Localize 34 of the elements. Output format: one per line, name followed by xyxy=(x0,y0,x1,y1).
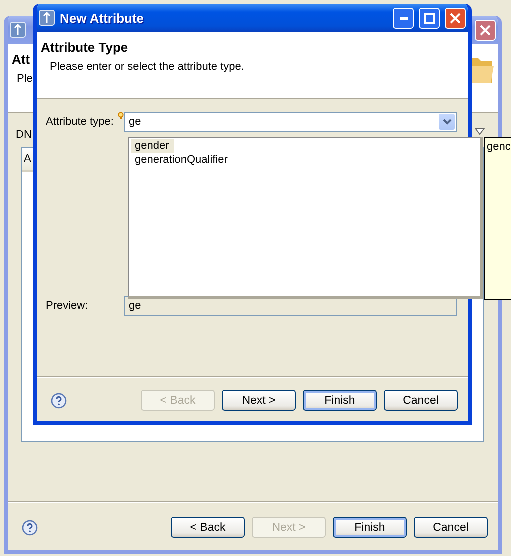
wizard-message: Ple xyxy=(17,73,33,85)
maximize-button[interactable] xyxy=(419,8,440,28)
field-label: Preview: xyxy=(46,300,90,312)
close-button[interactable] xyxy=(475,20,496,40)
app-icon xyxy=(10,22,26,38)
lightbulb-icon xyxy=(118,112,124,120)
wizard-header-title: Att xyxy=(12,52,30,67)
wizard-button[interactable]: < Back xyxy=(171,517,245,538)
maximize-icon xyxy=(424,12,435,24)
app-icon xyxy=(39,10,55,26)
close-icon xyxy=(480,24,491,36)
close-button[interactable] xyxy=(445,8,466,28)
chevron-down-icon xyxy=(442,119,452,125)
suggestion-item[interactable]: gender xyxy=(131,139,174,153)
close-icon xyxy=(450,12,461,24)
dn-label: DN xyxy=(16,129,32,141)
wizard-header-title: Attribute Type xyxy=(41,40,128,55)
wizard-button[interactable]: Cancel xyxy=(414,517,488,538)
wizard-button[interactable]: Next > xyxy=(222,390,296,411)
tooltip: genc xyxy=(484,137,511,300)
attribute-type-combo[interactable]: ge xyxy=(124,112,457,132)
help-icon[interactable] xyxy=(22,520,38,536)
dropdown-arrow-icon[interactable] xyxy=(475,128,485,135)
minimize-icon xyxy=(400,16,408,20)
window-title: New Attribute xyxy=(60,10,146,26)
help-icon[interactable] xyxy=(51,392,67,408)
wizard-button[interactable]: Finish xyxy=(333,517,407,538)
minimize-button[interactable] xyxy=(393,8,414,28)
field-label: Attribute type: xyxy=(46,116,115,128)
suggestion-item[interactable]: generationQualifier xyxy=(131,153,233,167)
wizard-button[interactable]: Cancel xyxy=(384,390,458,411)
wizard-button[interactable]: Finish xyxy=(303,390,377,411)
wizard-message: Please enter or select the attribute type. xyxy=(50,61,244,73)
column-header[interactable]: A xyxy=(24,153,32,165)
